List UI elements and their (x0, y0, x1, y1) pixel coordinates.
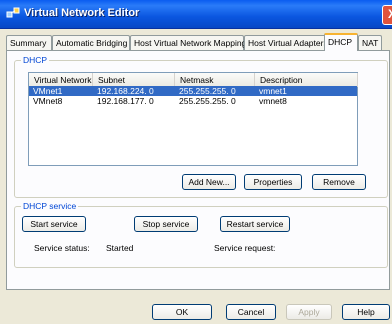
close-button[interactable]: X (382, 5, 392, 25)
tab-dhcp[interactable]: DHCP (324, 33, 358, 51)
column-virtual-network[interactable]: Virtual Network (29, 73, 93, 87)
restart-service-button[interactable]: Restart service (220, 216, 290, 232)
tab-host-virtual-network-mapping[interactable]: Host Virtual Network Mapping (130, 35, 246, 50)
help-button[interactable]: Help (342, 304, 390, 320)
service-request-label: Service request: (214, 243, 276, 253)
cell-network: VMnet8 (33, 96, 63, 106)
apply-button[interactable]: Apply (286, 304, 332, 320)
cell-network: VMnet1 (33, 86, 63, 96)
window-title: Virtual Network Editor (24, 7, 140, 19)
title-bar: Virtual Network Editor X (0, 0, 392, 29)
cell-description: vmnet1 (259, 86, 287, 96)
network-editor-icon (6, 7, 20, 18)
service-status-label: Service status: (34, 243, 90, 253)
service-status-value: Started (106, 243, 134, 253)
cancel-button[interactable]: Cancel (226, 304, 276, 320)
column-description[interactable]: Description (255, 73, 358, 87)
column-netmask[interactable]: Netmask (175, 73, 255, 87)
tab-automatic-bridging[interactable]: Automatic Bridging (52, 35, 130, 50)
column-subnet[interactable]: Subnet (93, 73, 175, 87)
dhcp-service-group-label: DHCP service (21, 201, 79, 211)
ok-button[interactable]: OK (152, 304, 212, 320)
stop-service-button[interactable]: Stop service (134, 216, 198, 232)
cell-netmask: 255.255.255. 0 (179, 96, 236, 106)
dhcp-group-label: DHCP (21, 55, 50, 65)
dhcp-network-list[interactable]: Virtual Network Subnet Netmask Descripti… (28, 72, 358, 166)
tab-nat[interactable]: NAT (358, 35, 382, 50)
cell-netmask: 255.255.255. 0 (179, 86, 236, 96)
cell-subnet: 192.168.224. 0 (97, 86, 154, 96)
properties-button[interactable]: Properties (244, 174, 302, 190)
cell-subnet: 192.168.177. 0 (97, 96, 154, 106)
table-row[interactable]: VMnet8 192.168.177. 0 255.255.255. 0 vmn… (29, 96, 357, 106)
tab-host-virtual-adapters[interactable]: Host Virtual Adapters (244, 35, 328, 50)
tab-summary[interactable]: Summary (6, 35, 52, 50)
start-service-button[interactable]: Start service (22, 216, 86, 232)
remove-button[interactable]: Remove (312, 174, 366, 190)
cell-description: vmnet8 (259, 96, 287, 106)
add-new-button[interactable]: Add New... (182, 174, 236, 190)
table-row[interactable]: VMnet1 192.168.224. 0 255.255.255. 0 vmn… (29, 86, 357, 96)
